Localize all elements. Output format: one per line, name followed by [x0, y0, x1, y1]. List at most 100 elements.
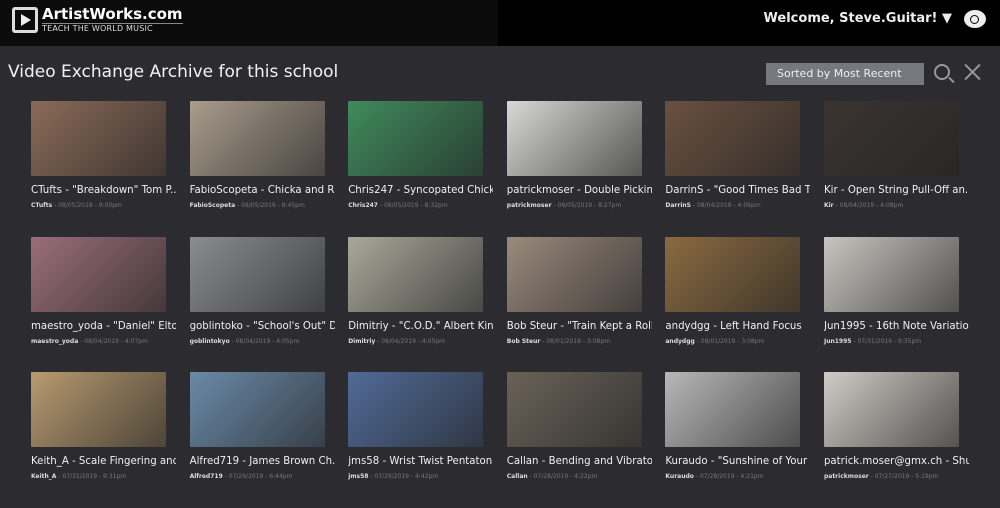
video-card[interactable]: DarrinS - "Good Times Bad Ti... DarrinS … [665, 101, 810, 237]
video-date: 08/01/2019 - 3:08pm [700, 337, 765, 345]
video-thumbnail[interactable] [665, 236, 801, 312]
video-user[interactable]: FabioScopeta [190, 202, 236, 209]
video-card[interactable]: goblintoko - "School's Out" D... goblint… [189, 236, 335, 373]
video-date: 07/29/2019 - 4:42pm [374, 473, 439, 480]
video-title[interactable]: maestro_yoda - "Daniel" Elto... [31, 321, 176, 332]
video-card[interactable]: patrick.moser@gmx.ch - Shuf... patrickmo… [823, 372, 969, 508]
sort-dropdown[interactable]: Sorted by Most Recent [766, 63, 924, 85]
video-thumbnail[interactable] [189, 101, 325, 176]
chat-icon[interactable] [964, 10, 986, 28]
video-card[interactable]: Dimitriy - "C.O.D." Albert Kin... Dimitr… [348, 236, 493, 373]
user-menu[interactable]: Welcome, Steve.Guitar! ▼ [764, 11, 952, 26]
video-user[interactable]: maestro_yoda [31, 338, 78, 345]
video-title[interactable]: DarrinS - "Good Times Bad Ti... [665, 185, 810, 196]
video-thumbnail[interactable] [506, 101, 642, 176]
video-card[interactable]: andydgg - Left Hand Focus andydgg - 08/0… [665, 236, 802, 373]
video-thumbnail[interactable] [506, 236, 642, 312]
video-title[interactable]: Alfred719 - James Brown Ch... [190, 456, 335, 467]
video-title[interactable]: jms58 - Wrist Twist Pentatonic [348, 456, 493, 467]
video-meta: Chris247 - 08/05/2019 - 8:32pm [348, 202, 448, 209]
video-date: 08/04/2019 - 4:05pm [235, 337, 300, 345]
video-title[interactable]: Kir - Open String Pull-Off an... [824, 185, 969, 196]
video-meta: FabioScopeta - 08/05/2019 - 8:45pm [189, 202, 305, 209]
video-user[interactable]: Kir [824, 202, 834, 209]
video-thumbnail[interactable] [189, 236, 325, 312]
artistworks-logo[interactable]: ArtistWorks.com TEACH THE WORLD MUSIC [12, 7, 183, 33]
video-user[interactable]: Bob Steur [507, 338, 541, 345]
video-card[interactable]: FabioScopeta - Chicka and Riff FabioScop… [189, 101, 335, 237]
video-card[interactable]: CTufts - "Breakdown" Tom P... CTufts - 0… [31, 101, 176, 237]
video-thumbnail[interactable] [665, 372, 801, 447]
video-meta: Bob Steur - 08/01/2019 - 3:08pm [506, 337, 611, 345]
video-user[interactable]: Callan [507, 473, 528, 480]
video-card[interactable]: Alfred719 - James Brown Ch... Alfred719 … [189, 372, 335, 508]
video-date: 07/28/2019 - 4:22pm [533, 473, 598, 480]
video-meta: Keith_A - 07/31/2019 - 9:31pm [31, 473, 127, 480]
video-card[interactable]: Bob Steur - "Train Kept a Roll... Bob St… [506, 236, 652, 373]
video-thumbnail[interactable] [506, 372, 642, 447]
video-title[interactable]: Chris247 - Syncopated Chick... [348, 185, 493, 196]
video-user[interactable]: Chris247 [348, 202, 378, 209]
video-user[interactable]: patrickmoser [824, 473, 869, 480]
video-title[interactable]: Callan - Bending and Vibrato ... [507, 456, 652, 467]
video-meta: DarrinS - 08/04/2019 - 4:09pm [665, 202, 761, 209]
video-title[interactable]: Dimitriy - "C.O.D." Albert Kin... [348, 321, 493, 332]
video-user[interactable]: Keith_A [31, 473, 56, 480]
video-user[interactable]: Dimitriy [348, 338, 375, 345]
video-thumbnail[interactable] [823, 101, 959, 176]
video-thumbnail[interactable] [823, 372, 959, 447]
close-icon[interactable] [962, 62, 982, 82]
video-user[interactable]: andydgg [665, 338, 694, 345]
video-thumbnail[interactable] [31, 372, 166, 447]
video-thumbnail[interactable] [348, 236, 484, 312]
video-title[interactable]: patrick.moser@gmx.ch - Shuf... [824, 456, 969, 467]
video-title[interactable]: FabioScopeta - Chicka and Riff [190, 185, 335, 196]
video-thumbnail[interactable] [31, 101, 166, 176]
video-thumbnail[interactable] [31, 236, 166, 312]
video-title[interactable]: patrickmoser - Double Pickin... [507, 185, 652, 196]
video-meta: goblintokyo - 08/04/2019 - 4:05pm [189, 337, 300, 345]
video-meta: patrickmoser - 07/27/2019 - 5:19pm [823, 473, 939, 480]
video-card[interactable]: maestro_yoda - "Daniel" Elto... maestro_… [31, 236, 176, 373]
video-title[interactable]: goblintoko - "School's Out" D... [190, 321, 335, 332]
video-meta: jms58 - 07/29/2019 - 4:42pm [348, 473, 439, 480]
video-card[interactable]: Chris247 - Syncopated Chick... Chris247 … [348, 101, 493, 237]
video-title[interactable]: Keith_A - Scale Fingering and... [31, 456, 176, 467]
video-title[interactable]: andydgg - Left Hand Focus [665, 321, 810, 332]
video-date: 08/04/2019 - 4:07pm [84, 337, 148, 345]
video-card[interactable]: Jun1995 - 16th Note Variation Jun1995 - … [823, 236, 969, 373]
video-user[interactable]: jms58 [348, 473, 368, 480]
video-grid: CTufts - "Breakdown" Tom P... CTufts - 0… [31, 101, 969, 508]
video-card[interactable]: Callan - Bending and Vibrato ... Callan … [506, 372, 652, 508]
video-user[interactable]: Kuraudo [665, 473, 694, 480]
video-title[interactable]: Jun1995 - 16th Note Variation [824, 321, 969, 332]
video-user[interactable]: patrickmoser [507, 202, 552, 209]
video-date: 07/27/2019 - 5:19pm [874, 473, 939, 480]
logo-tagline: TEACH THE WORLD MUSIC [42, 23, 183, 33]
video-thumbnail[interactable] [348, 101, 484, 176]
video-date: 08/05/2019 - 8:32pm [383, 202, 448, 209]
video-user[interactable]: Jun1995 [824, 338, 851, 345]
video-title[interactable]: CTufts - "Breakdown" Tom P... [31, 185, 176, 196]
video-user[interactable]: Alfred719 [190, 473, 223, 480]
video-date: 08/05/2019 - 8:45pm [241, 202, 305, 209]
video-card[interactable]: patrickmoser - Double Pickin... patrickm… [506, 101, 652, 237]
video-thumbnail[interactable] [348, 372, 484, 447]
video-card[interactable]: Kir - Open String Pull-Off an... Kir - 0… [823, 101, 969, 237]
video-user[interactable]: CTufts [31, 202, 52, 209]
video-meta: Kuraudo - 07/28/2019 - 4:21pm [665, 473, 764, 480]
video-date: 07/29/2019 - 6:44pm [228, 473, 293, 480]
video-title[interactable]: Kuraudo - "Sunshine of Your ... [665, 456, 810, 467]
video-meta: Callan - 07/28/2019 - 4:22pm [506, 473, 598, 480]
video-thumbnail[interactable] [665, 101, 801, 176]
video-title[interactable]: Bob Steur - "Train Kept a Roll... [507, 321, 652, 332]
video-user[interactable]: goblintokyo [190, 338, 230, 345]
video-thumbnail[interactable] [189, 372, 325, 447]
video-card[interactable]: Keith_A - Scale Fingering and... Keith_A… [31, 372, 176, 508]
video-user[interactable]: DarrinS [665, 202, 691, 209]
video-card[interactable]: jms58 - Wrist Twist Pentatonic jms58 - 0… [348, 372, 493, 508]
video-card[interactable]: Kuraudo - "Sunshine of Your ... Kuraudo … [665, 372, 810, 508]
video-thumbnail[interactable] [823, 236, 959, 312]
video-date: 08/05/2019 - 8:27pm [557, 202, 622, 209]
search-icon[interactable] [934, 64, 950, 80]
